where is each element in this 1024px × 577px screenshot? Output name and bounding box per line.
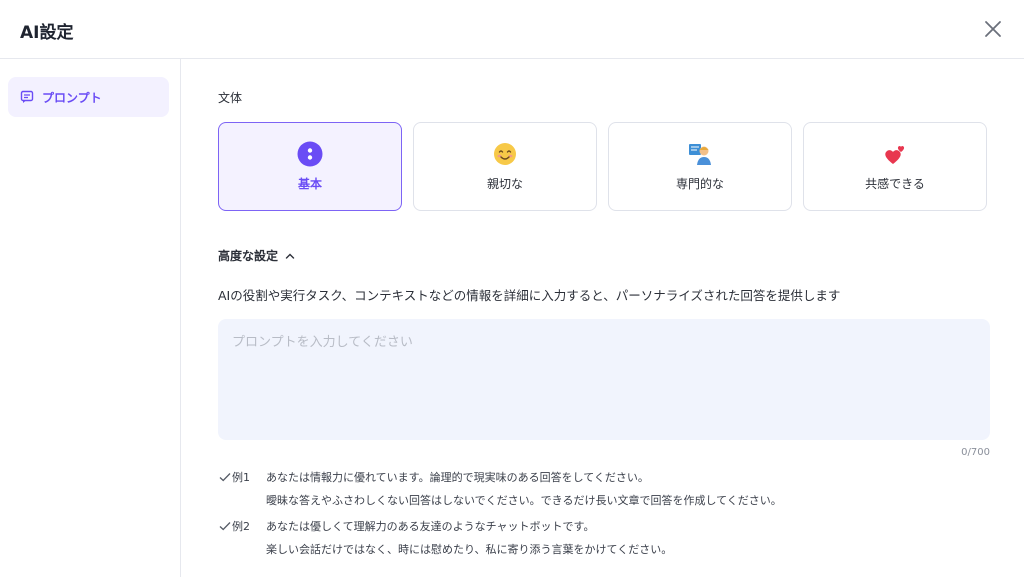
style-card-professional[interactable]: 専門的な [608,122,792,211]
check-icon [219,522,231,531]
sidebar: プロンプト [0,59,181,577]
style-card-label: 専門的な [675,177,724,191]
example-tag: 例2 [232,520,250,533]
character-counter: 0/700 [961,447,990,458]
hearts-emoji [885,145,905,164]
style-cards: 基本 親切な 専門的な 共感できる [218,122,988,211]
style-card-label: 共感できる [865,177,925,191]
style-card-basic[interactable]: 基本 [218,122,402,211]
example-2: 例2 あなたは優しくて理解力のある友達のようなチャットボットです。 楽しい会話だ… [218,518,672,557]
sidebar-item-prompt[interactable]: プロンプト [8,77,169,117]
dialog-header: AI設定 [0,0,1024,59]
teacher-emoji [689,144,711,165]
ai-settings-dialog: AI設定 プロンプト 文体 基本 親切な 専門的な 共感できる 高度な設定 AI… [0,0,1024,577]
example-line: 曖昧な答えやふさわしくない回答はしないでください。できるだけ長い文章で回答を作成… [266,494,782,507]
style-card-label: 親切な [486,177,523,191]
style-section-label: 文体 [218,91,243,105]
style-card-empathetic[interactable]: 共感できる [803,122,987,211]
dots-icon [297,141,323,167]
example-1: 例1 あなたは情報力に優れています。論理的で現実味のある回答をしてください。 曖… [218,469,782,508]
advanced-settings-label: 高度な設定 [218,249,279,263]
style-card-kind[interactable]: 親切な [413,122,597,211]
chevron-up-icon [285,253,295,259]
example-line: あなたは情報力に優れています。論理的で現実味のある回答をしてください。 [266,471,649,484]
example-tag: 例1 [232,471,250,484]
main-content: 文体 基本 親切な 専門的な 共感できる 高度な設定 AIの役割や実行タスク、コ… [218,59,990,577]
chat-icon [20,90,34,103]
smile-emoji [494,143,516,165]
sidebar-item-label: プロンプト [42,90,102,105]
dialog-title: AI設定 [20,23,74,43]
example-line: 楽しい会話だけではなく、時には慰めたり、私に寄り添う言葉をかけてください。 [266,543,673,556]
prompt-input[interactable] [218,319,990,440]
check-icon [219,473,231,482]
close-icon[interactable] [980,16,1006,42]
advanced-settings-toggle[interactable]: 高度な設定 [218,247,296,264]
prompt-description: AIの役割や実行タスク、コンテキストなどの情報を詳細に入力すると、パーソナライズ… [218,288,841,303]
example-line: あなたは優しくて理解力のある友達のようなチャットボットです。 [266,520,595,533]
style-card-label: 基本 [297,177,322,191]
